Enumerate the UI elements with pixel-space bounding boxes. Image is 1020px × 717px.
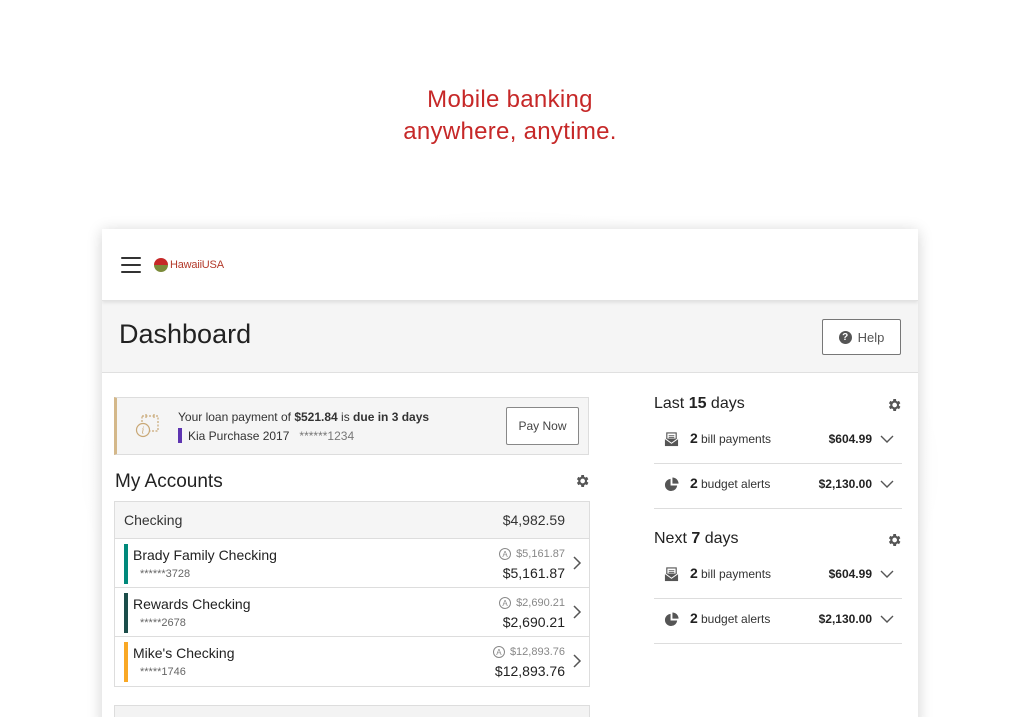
available-badge-icon: A <box>499 597 512 609</box>
available-amount: $5,161.87 <box>516 548 565 560</box>
account-balance: $5,161.87 <box>502 565 565 581</box>
budget-count: 2 <box>690 475 698 491</box>
alert-loan-info: Kia Purchase 2017 ******1234 <box>178 428 354 443</box>
loan-name: Kia Purchase 2017 <box>188 428 290 443</box>
last-days-post: days <box>706 395 745 412</box>
available-balance: A $2,690.21 <box>499 597 565 609</box>
help-icon: ? <box>838 330 852 344</box>
next-days-settings-gear-icon[interactable] <box>886 532 902 548</box>
budget-amount: $2,130.00 <box>818 477 872 491</box>
account-number: ******3728 <box>140 568 191 580</box>
account-number: *****1746 <box>140 666 186 678</box>
chevron-down-icon <box>880 480 894 488</box>
chevron-down-icon <box>880 570 894 578</box>
budget-count: 2 <box>690 610 698 626</box>
account-color-bar <box>124 544 128 584</box>
pie-chart-icon <box>664 477 679 492</box>
alert-amount: $521.84 <box>294 410 338 424</box>
calendar-info-icon: i <box>135 414 159 438</box>
alert-prefix: Your loan payment of <box>178 410 295 424</box>
accounts-table: Checking $4,982.59 Brady Family Checking… <box>114 501 590 687</box>
brand-logo[interactable]: HawaiiUSA <box>154 257 224 272</box>
alert-due: due in 3 days <box>353 410 430 424</box>
available-amount: $12,893.76 <box>509 646 565 658</box>
available-balance: A $12,893.76 <box>492 646 565 658</box>
help-button[interactable]: ? Help <box>822 319 901 355</box>
logo-mark-icon <box>154 257 168 272</box>
accounts-settings-gear-icon[interactable] <box>574 473 590 489</box>
bill-label: bill payments <box>701 567 772 581</box>
account-name: Rewards Checking <box>133 596 251 612</box>
page-header: Dashboard ? Help <box>102 301 918 373</box>
account-name: Mike's Checking <box>133 645 235 661</box>
budget-amount: $2,130.00 <box>818 612 872 626</box>
chevron-down-icon <box>880 435 894 443</box>
available-badge-icon: A <box>499 548 512 560</box>
loan-number: ******1234 <box>299 428 355 443</box>
help-label: Help <box>857 329 885 345</box>
headline-line-1: Mobile banking <box>427 86 593 113</box>
account-color-bar <box>124 642 128 682</box>
account-group-name: Checking <box>124 512 183 528</box>
budget-alerts-row[interactable]: 2 budget alerts $2,130.00 <box>654 599 902 644</box>
account-balance: $2,690.21 <box>502 614 565 630</box>
account-balance: $12,893.76 <box>494 663 565 679</box>
top-app-bar: HawaiiUSA <box>102 229 918 301</box>
marketing-headline: Mobile banking anywhere, anytime. <box>0 84 1020 148</box>
my-accounts-title: My Accounts <box>115 471 223 492</box>
available-badge-icon: A <box>492 646 505 658</box>
hamburger-menu-icon[interactable] <box>121 256 141 273</box>
account-row-rewards[interactable]: Rewards Checking *****2678 A $2,690.21 $… <box>115 588 589 637</box>
next-days-post: days <box>700 530 739 547</box>
account-color-bar <box>124 593 128 633</box>
page-title: Dashboard <box>119 319 252 349</box>
bill-icon <box>664 567 679 582</box>
account-name: Brady Family Checking <box>133 547 277 563</box>
chevron-down-icon <box>880 615 894 623</box>
account-row-brady[interactable]: Brady Family Checking ******3728 A $5,16… <box>115 539 589 588</box>
next-days-title: Next 7 days <box>654 530 902 554</box>
alert-message: Your loan payment of $521.84 is due in 3… <box>178 410 429 424</box>
chevron-right-icon <box>573 605 582 619</box>
bill-amount: $604.99 <box>828 432 872 446</box>
bill-payments-row[interactable]: 2 bill payments $604.99 <box>654 419 902 464</box>
chevron-right-icon <box>573 654 582 668</box>
last-days-num: 15 <box>688 395 707 412</box>
app-window: HawaiiUSA Dashboard ? Help i Your loan p… <box>102 229 918 717</box>
budget-alerts-row[interactable]: 2 budget alerts $2,130.00 <box>654 464 902 509</box>
alert-middle: is <box>337 410 354 424</box>
pie-chart-icon <box>664 612 679 627</box>
bill-count: 2 <box>690 430 698 446</box>
loan-payment-alert: i Your loan payment of $521.84 is due in… <box>114 397 589 455</box>
next-days-pre: Next <box>654 530 692 547</box>
next-days-summary: Next 7 days 2 bill payments $604.99 2 bu… <box>654 530 902 644</box>
headline-line-2: anywhere, anytime. <box>403 118 617 145</box>
account-number: *****2678 <box>140 617 186 629</box>
bill-amount: $604.99 <box>828 567 872 581</box>
pay-now-button[interactable]: Pay Now <box>506 407 579 445</box>
account-group-total: $4,982.59 <box>502 512 565 528</box>
last-days-pre: Last <box>654 395 689 412</box>
bill-icon <box>664 432 679 447</box>
next-days-num: 7 <box>691 530 701 547</box>
last-days-settings-gear-icon[interactable] <box>886 397 902 413</box>
bill-count: 2 <box>690 565 698 581</box>
last-days-summary: Last 15 days 2 bill payments $604.99 2 b… <box>654 395 902 509</box>
last-days-title: Last 15 days <box>654 395 902 419</box>
account-row-mikes[interactable]: Mike's Checking *****1746 A $12,893.76 $… <box>115 637 589 686</box>
logo-text: HawaiiUSA <box>170 258 224 271</box>
account-group-header[interactable]: Checking $4,982.59 <box>115 502 589 539</box>
budget-label: budget alerts <box>701 612 771 626</box>
available-amount: $2,690.21 <box>516 597 565 609</box>
bill-label: bill payments <box>701 432 772 446</box>
svg-text:i: i <box>142 427 145 437</box>
next-account-group-partial <box>114 705 590 717</box>
bill-payments-row[interactable]: 2 bill payments $604.99 <box>654 554 902 599</box>
chevron-right-icon <box>573 556 582 570</box>
budget-label: budget alerts <box>701 477 771 491</box>
loan-color-bar <box>178 428 182 443</box>
available-balance: A $5,161.87 <box>499 548 565 560</box>
